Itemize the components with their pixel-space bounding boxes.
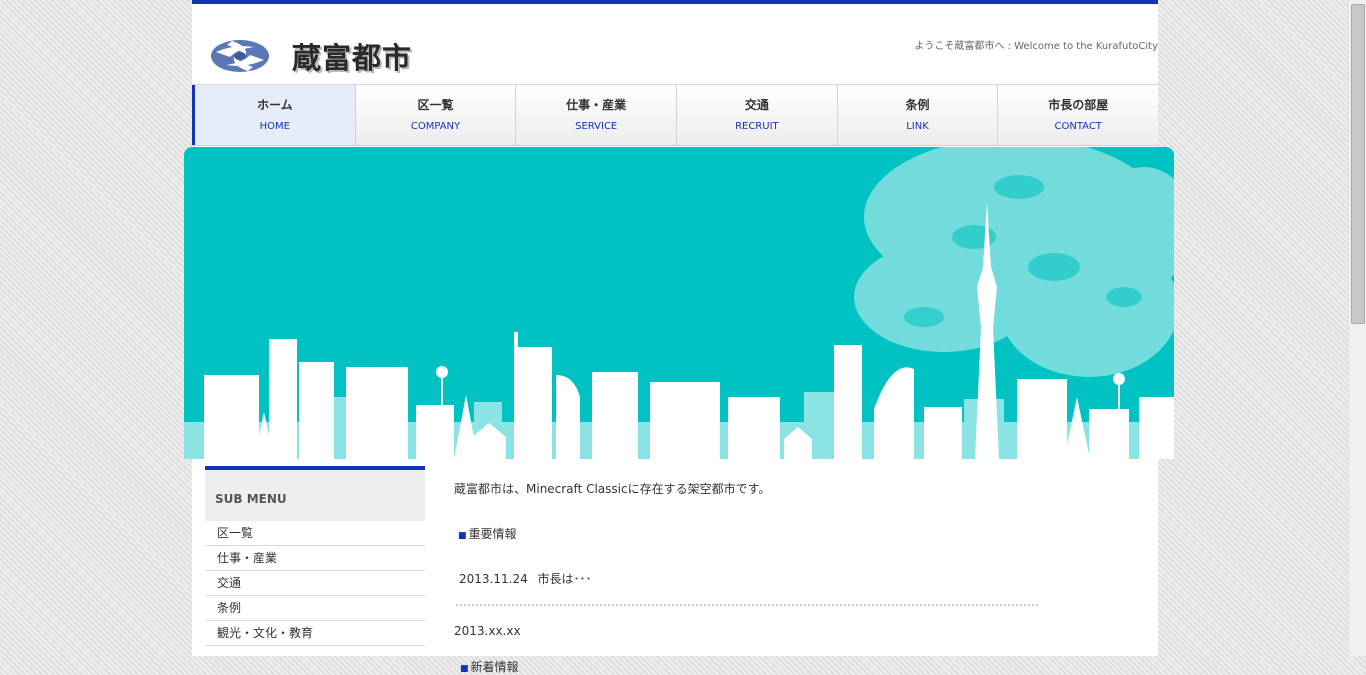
nav-label-jp: 交通 bbox=[744, 98, 769, 112]
sub-menu-item-transport[interactable]: 交通 bbox=[205, 571, 425, 596]
nav-label-en: LINK bbox=[906, 121, 929, 132]
new-heading-label: 新着情報 bbox=[470, 660, 519, 674]
square-bullet-icon: ■ bbox=[458, 531, 467, 541]
dotted-divider bbox=[456, 604, 1038, 606]
sub-menu: SUB MENU 区一覧 仕事・産業 交通 条例 観光・文化・教育 bbox=[205, 466, 425, 646]
nav-item-company[interactable]: 区一覧 COMPANY bbox=[355, 85, 517, 145]
sub-menu-title: SUB MENU bbox=[205, 466, 425, 521]
nav-label-jp: ホーム bbox=[257, 98, 293, 112]
welcome-message: ようこそ蔵富都市へ : Welcome to the KurafutoCity bbox=[914, 41, 1158, 52]
logo-text: 蔵富都市 bbox=[292, 41, 413, 75]
nav-label-jp: 仕事・産業 bbox=[566, 98, 627, 112]
intro-text: 蔵富都市は、Minecraft Classicに存在する架空都市です。 bbox=[454, 482, 771, 496]
vertical-scrollbar[interactable] bbox=[1348, 0, 1366, 656]
date-placeholder: 2013.xx.xx bbox=[454, 624, 521, 638]
sub-menu-item-wards[interactable]: 区一覧 bbox=[205, 521, 425, 546]
main-content: 蔵富都市は、Minecraft Classicに存在する架空都市です。 ■ 重要情… bbox=[454, 480, 1104, 675]
important-heading-label: 重要情報 bbox=[468, 527, 517, 541]
site-header: 蔵富都市 ようこそ蔵富都市へ : Welcome to the Kurafuto… bbox=[192, 4, 1158, 85]
scrollbar-thumb[interactable] bbox=[1351, 4, 1365, 324]
sub-menu-item-work-industry[interactable]: 仕事・産業 bbox=[205, 546, 425, 571]
nav-item-home[interactable]: ホーム HOME bbox=[192, 85, 356, 145]
sub-menu-item-ordinances[interactable]: 条例 bbox=[205, 596, 425, 621]
news-date: 2013.11.24 bbox=[459, 572, 528, 586]
news-item[interactable]: 2013.11.24 市長は･･･ bbox=[459, 570, 1104, 587]
hero-banner bbox=[184, 147, 1174, 459]
nav-item-contact[interactable]: 市長の部屋 CONTACT bbox=[998, 85, 1159, 145]
square-bullet-icon: ■ bbox=[460, 664, 469, 674]
global-nav: ホーム HOME 区一覧 COMPANY 仕事・産業 SERVICE 交通 RE… bbox=[192, 85, 1159, 146]
nav-label-en: COMPANY bbox=[410, 121, 461, 132]
important-info-heading: ■ 重要情報 bbox=[458, 525, 1104, 542]
nav-label-jp: 区一覧 bbox=[417, 98, 454, 112]
page-container: 蔵富都市 ようこそ蔵富都市へ : Welcome to the Kurafuto… bbox=[184, 0, 1174, 674]
new-info-heading: ■ 新着情報 bbox=[460, 658, 1104, 675]
nav-label-en: CONTACT bbox=[1054, 121, 1102, 132]
news-text: 市長は･･･ bbox=[537, 572, 592, 586]
nav-item-service[interactable]: 仕事・産業 SERVICE bbox=[516, 85, 678, 145]
city-skyline-illustration bbox=[184, 147, 1174, 459]
logo-swirl-icon bbox=[211, 40, 269, 72]
nav-label-en: RECRUIT bbox=[735, 121, 779, 132]
nav-item-recruit[interactable]: 交通 RECRUIT bbox=[677, 85, 838, 145]
nav-label-jp: 市長の部屋 bbox=[1048, 98, 1109, 112]
nav-label-jp: 条例 bbox=[905, 98, 930, 112]
nav-label-en: HOME bbox=[259, 121, 290, 132]
site-logo[interactable]: 蔵富都市 bbox=[210, 36, 510, 76]
nav-item-link[interactable]: 条例 LINK bbox=[837, 85, 999, 145]
sub-menu-item-tourism[interactable]: 観光・文化・教育 bbox=[205, 621, 425, 646]
nav-label-en: SERVICE bbox=[575, 121, 618, 132]
